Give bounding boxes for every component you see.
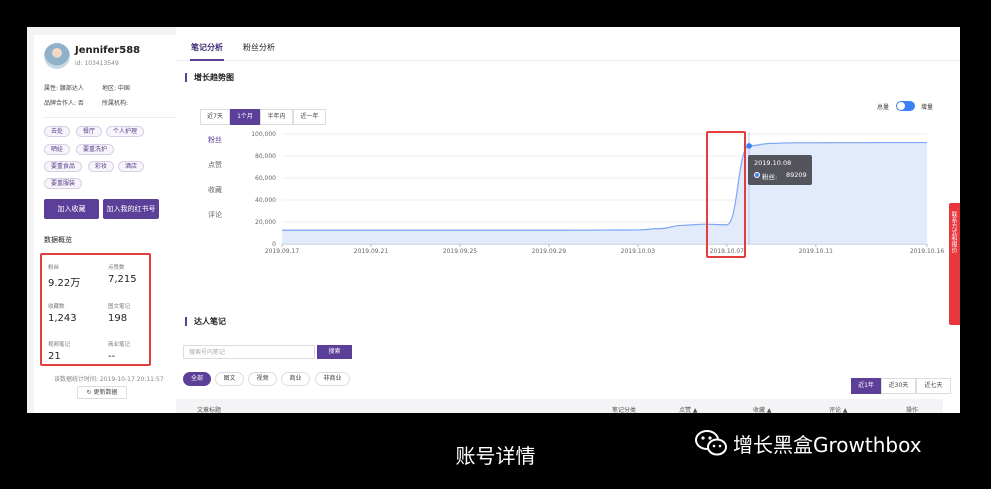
y-tick-label: 40,000: [255, 197, 276, 204]
side-tab-label: 联系方式和报价: [950, 211, 957, 253]
notes-title: 达人笔记: [185, 317, 226, 326]
search-input[interactable]: [183, 345, 315, 359]
add-collect-button[interactable]: 加入收藏: [44, 199, 99, 219]
filter-image-text[interactable]: 图文: [215, 372, 244, 386]
stat-label: 点赞数: [108, 265, 125, 271]
stat-label: 商业笔记: [108, 342, 131, 348]
y-tick-label: 80,000: [255, 153, 276, 160]
tag-chip[interactable]: 个人护理: [106, 126, 145, 137]
stat-value: 198: [108, 313, 128, 324]
stat-label: 视频笔记: [48, 342, 71, 348]
main-panel: 笔记分析 粉丝分析 增长趋势图 近7天 1个月 半年内 近一年 粉丝 点赞 收藏…: [176, 27, 960, 413]
refresh-icon: ↻: [86, 389, 92, 396]
table-header-cell[interactable]: 评论 ▲: [829, 405, 848, 413]
period-7-days[interactable]: 近七天: [916, 378, 951, 394]
profile-attribute: 属性: 腰部达人: [44, 85, 84, 92]
series-area: [282, 142, 927, 244]
profile-name: Jennifer588: [75, 45, 141, 56]
stat-label: 收藏数: [48, 304, 65, 310]
tag-chip[interactable]: 要重洗护: [76, 144, 115, 155]
x-tick-label: 2019.10.11: [799, 248, 834, 255]
profile-id: id: 103413549: [75, 60, 119, 67]
profile-org: 所属机构:: [102, 100, 129, 107]
chart-highlight-box: [706, 131, 746, 258]
table-header-cell[interactable]: 点赞 ▲: [679, 405, 698, 413]
stat-value: 7,215: [108, 274, 137, 285]
tooltip-date: 2019.10.08: [754, 159, 792, 167]
filter-commercial[interactable]: 商业: [281, 372, 310, 386]
x-tick-label: 2019.10.03: [621, 248, 656, 255]
filter-non-commercial[interactable]: 非商业: [315, 372, 350, 386]
y-tick-label: 20,000: [255, 219, 276, 226]
tag-chip[interactable]: 餐厅: [76, 126, 103, 137]
search-button[interactable]: 搜索: [317, 345, 352, 359]
stat-value: --: [108, 351, 116, 362]
x-tick-label: 2019.09.25: [443, 248, 478, 255]
refresh-button[interactable]: ↻ 更新数据: [77, 386, 127, 399]
tag-chip[interactable]: 酒店: [118, 161, 145, 172]
profile-brand-coop: 品牌合作人: 否: [44, 100, 84, 107]
app-screen: Jennifer588 id: 103413549 属性: 腰部达人 地区: 中…: [27, 27, 960, 413]
stat-label: 粉丝: [48, 265, 60, 271]
tag-chip[interactable]: 晒娃: [44, 144, 71, 155]
stat-value: 21: [48, 351, 61, 362]
x-tick-label: 2019.09.17: [265, 248, 300, 255]
table-header-cell: 笔记分类: [612, 407, 637, 413]
data-point: [746, 143, 752, 149]
contact-quote-side-tab[interactable]: 联系方式和报价: [949, 203, 960, 325]
stat-time: 该数据统计时间: 2019-10-17 20:11:57: [54, 376, 164, 383]
trend-chart[interactable]: 0 20,000 40,000 60,000 80,000 100,000 2019.09.…: [176, 27, 960, 267]
filter-all[interactable]: 全部: [183, 372, 211, 386]
x-tick-label: 2019.09.21: [354, 248, 389, 255]
y-tick-label: 100,000: [251, 131, 276, 138]
overview-title: 数据概览: [44, 236, 72, 244]
tag-chip[interactable]: 彩妆: [88, 161, 115, 172]
brand-name: 增长黑盒Growthbox: [733, 433, 922, 457]
divider: [42, 117, 192, 118]
y-tick-label: 60,000: [255, 175, 276, 182]
stat-label: 图文笔记: [108, 304, 131, 310]
table-header-cell[interactable]: 收藏 ▲: [753, 405, 772, 413]
y-tick-label: 0: [272, 241, 276, 248]
x-tick-label: 2019.09.29: [532, 248, 567, 255]
tooltip-series-marker: [754, 172, 760, 178]
wechat-icon: [695, 430, 727, 456]
table-header-cell: 文章标题: [197, 407, 222, 413]
tag-chip[interactable]: 要重服装: [44, 178, 83, 189]
tag-chip[interactable]: 要重食品: [44, 161, 83, 172]
notes-table-header: 文章标题 笔记分类 点赞 ▲ 收藏 ▲ 评论 ▲ 操作: [176, 399, 943, 413]
stat-value: 9.22万: [48, 278, 81, 289]
x-tick-label: 2019.10.16: [910, 248, 945, 255]
table-header-cell: 操作: [906, 407, 919, 413]
filter-video[interactable]: 视频: [248, 372, 277, 386]
stat-value: 1,243: [48, 313, 77, 324]
chart-tooltip: 2019.10.08 粉丝: 89209: [748, 155, 812, 185]
tooltip-series: 粉丝:: [762, 173, 778, 181]
refresh-label: 更新数据: [93, 389, 118, 396]
period-30-days[interactable]: 近30天: [881, 378, 916, 394]
tooltip-value: 89209: [786, 171, 807, 179]
profile-region: 地区: 中国: [102, 85, 130, 92]
period-1-year[interactable]: 近1年: [851, 378, 881, 394]
add-redbook-button[interactable]: 加入我的红书号: [103, 199, 159, 219]
avatar: [44, 43, 70, 69]
stats-highlight-box: 粉丝 9.22万 点赞数 7,215 收藏数 1,243 图文笔记 198 视频…: [40, 253, 151, 366]
tag-chip[interactable]: 去处: [44, 126, 71, 137]
